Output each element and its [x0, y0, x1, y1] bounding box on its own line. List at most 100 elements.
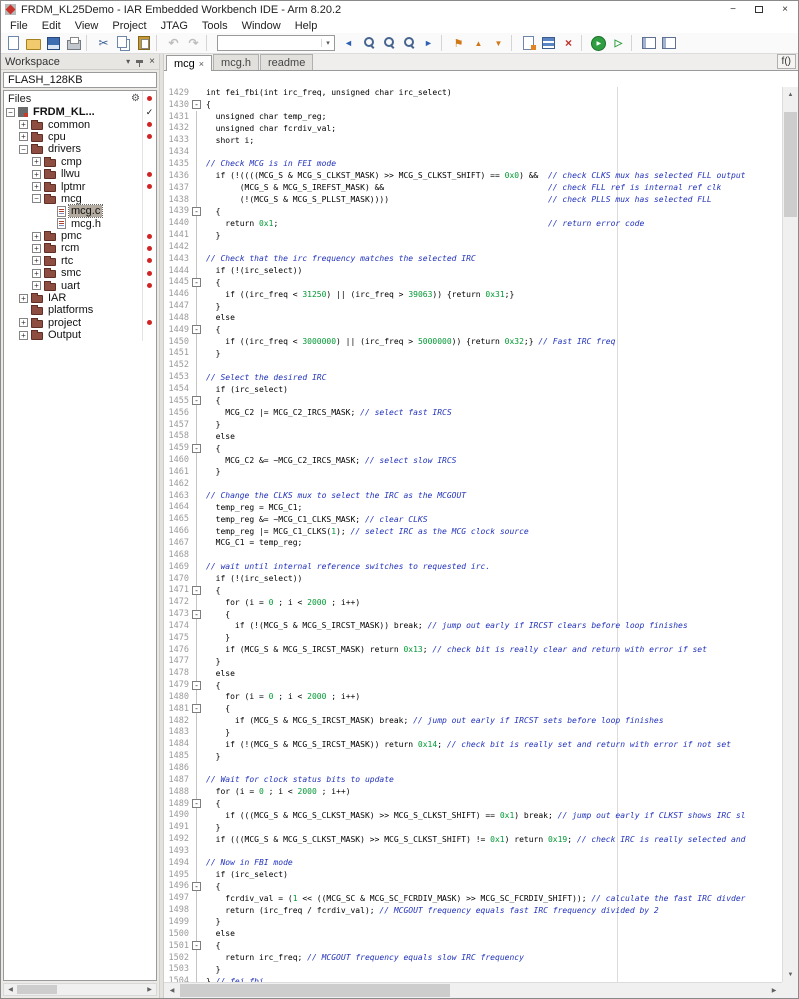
code-line[interactable]: 1485 } [164, 750, 782, 762]
code-line[interactable]: 1476 if (MCG_S & MCG_S_IRCST_MASK) retur… [164, 643, 782, 656]
editor-vscrollbar[interactable]: ▲ ▼ [782, 87, 798, 982]
expand-icon[interactable]: + [32, 243, 41, 253]
tree-item-cpu[interactable]: + cpu [4, 130, 156, 144]
code-line[interactable]: 1439- { [164, 205, 782, 218]
code-line[interactable]: 1468 [164, 548, 782, 561]
gear-icon[interactable]: ⚙ [131, 93, 140, 104]
expand-icon[interactable]: + [32, 268, 41, 278]
code-line[interactable]: 1430-{ [164, 99, 782, 111]
tab-readme[interactable]: readme [260, 54, 314, 70]
code-line[interactable]: 1429 int fei_fbi(int irc_freq, unsigned c… [164, 87, 782, 99]
code-line[interactable]: 1477 } [164, 655, 782, 668]
fold-collapse-icon[interactable]: - [192, 585, 201, 595]
undo-button[interactable]: ↶ [164, 34, 183, 52]
tree-item-llwu[interactable]: + llwu [4, 167, 156, 181]
code-line[interactable]: 1495 if (irc_select) [164, 868, 782, 881]
code-line[interactable]: 1470 if (!(irc_select)) [164, 572, 782, 585]
code-line[interactable]: 1464 temp_reg = MCG_C1; [164, 501, 782, 514]
collapse-icon[interactable]: − [6, 107, 15, 117]
code-line[interactable]: 1445- { [164, 276, 782, 289]
fold-gutter[interactable]: - [192, 797, 204, 810]
code-line[interactable]: 1432 unsigned char fcrdiv_val; [164, 122, 782, 135]
code-line[interactable]: 1491 } [164, 821, 782, 834]
expand-icon[interactable]: + [32, 169, 41, 179]
fold-collapse-icon[interactable]: - [192, 325, 201, 335]
code-line[interactable]: 1497 fcrdiv_val = (1 << ((MCG_SC & MCG_S… [164, 892, 782, 905]
expand-icon[interactable]: + [19, 132, 28, 142]
registers-window-button[interactable] [639, 34, 658, 52]
code-line[interactable]: 1447 } [164, 300, 782, 312]
debug-without-downloading-button[interactable]: ▷ [609, 34, 628, 52]
expand-icon[interactable]: + [32, 256, 41, 266]
code-line[interactable]: 1433 short i; [164, 134, 782, 147]
code-line[interactable]: 1438 (!(MCG_S & MCG_S_PLLST_MASK)))) // … [164, 193, 782, 206]
code-line[interactable]: 1475 } [164, 631, 782, 644]
tree-item-output[interactable]: + Output [4, 329, 156, 342]
tree-item-smc[interactable]: + smc [4, 267, 156, 280]
close-button[interactable]: × [772, 1, 798, 18]
expand-icon[interactable]: + [19, 318, 28, 328]
new-file-button[interactable] [4, 34, 23, 52]
fold-gutter[interactable]: - [192, 939, 204, 952]
scrollbar-thumb[interactable] [17, 985, 57, 994]
code-line[interactable]: 1480 for (i = 0 ; i < 2000 ; i++) [164, 691, 782, 703]
search-dropdown-icon[interactable]: ▾ [321, 39, 334, 47]
code-line[interactable]: 1483 } [164, 726, 782, 739]
pin-icon[interactable] [136, 60, 144, 67]
collapse-icon[interactable]: − [19, 144, 28, 154]
code-line[interactable]: 1498 return (irc_freq / fcrdiv_val); // … [164, 904, 782, 916]
tree-item-rtc[interactable]: + rtc [4, 254, 156, 268]
tree-item-pmc[interactable]: + pmc [4, 229, 156, 243]
code-line[interactable]: 1486 [164, 762, 782, 774]
code-line[interactable]: 1459- { [164, 442, 782, 455]
code-line[interactable]: 1453 // Select the desired IRC [164, 371, 782, 383]
next-bookmark-button[interactable]: ▼ [489, 34, 508, 52]
tree-item-uart[interactable]: + uart [4, 279, 156, 292]
code-line[interactable]: 1440 return 0x1; // return error code [164, 217, 782, 229]
fold-gutter[interactable]: - [192, 679, 204, 691]
maximize-button[interactable] [746, 1, 772, 18]
menu-file[interactable]: File [3, 20, 35, 32]
tree-item-iar[interactable]: + IAR [4, 291, 156, 305]
scroll-left-icon[interactable]: ◀ [4, 984, 17, 995]
toggle-bookmark-button[interactable]: ⚑ [449, 34, 468, 52]
code-line[interactable]: 1504} // fei_fbi [164, 975, 782, 982]
find-previous-button[interactable] [359, 34, 378, 52]
fold-gutter[interactable]: - [192, 702, 204, 715]
menu-project[interactable]: Project [105, 20, 153, 32]
fold-collapse-icon[interactable]: - [192, 680, 201, 690]
code-line[interactable]: 1462 [164, 477, 782, 490]
code-line[interactable]: 1431 unsigned char temp_reg; [164, 110, 782, 123]
expand-icon[interactable]: + [19, 120, 28, 130]
code-line[interactable]: 1455- { [164, 394, 782, 407]
fold-gutter[interactable]: - [192, 880, 204, 893]
menu-edit[interactable]: Edit [35, 20, 68, 32]
editor-hscrollbar[interactable]: ◀ ▶ [164, 982, 782, 998]
find-next-button[interactable] [399, 34, 418, 52]
fold-gutter[interactable]: - [192, 323, 204, 336]
download-and-debug-button[interactable] [589, 34, 608, 52]
fold-gutter[interactable]: - [192, 276, 204, 289]
fold-collapse-icon[interactable]: - [192, 206, 201, 216]
fold-collapse-icon[interactable]: - [192, 704, 201, 714]
tree-item-frdm-kl-[interactable]: − FRDM_KL... ✓ [4, 106, 156, 119]
find-button[interactable] [379, 34, 398, 52]
code-line[interactable]: 1492 if (((MCG_S & MCG_S_CLKST_MASK) >> … [164, 833, 782, 845]
code-line[interactable]: 1448 else [164, 312, 782, 324]
code-line[interactable]: 1469 // wait until internal reference swi… [164, 560, 782, 573]
make-button[interactable] [539, 34, 558, 52]
workspace-hscrollbar[interactable]: ◀ ▶ [3, 983, 157, 996]
tree-item-mcg-h[interactable]: mcg.h [4, 217, 156, 230]
code-line[interactable]: 1474 if (!(MCG_S & MCG_S_IRCST_MASK)) br… [164, 619, 782, 632]
tree-item-mcg-c[interactable]: mcg.c [4, 204, 156, 219]
compile-button[interactable] [519, 34, 538, 52]
scroll-right-icon[interactable]: ▶ [143, 984, 156, 995]
code-line[interactable]: 1437 (MCG_S & MCG_S_IREFST_MASK) && // c… [164, 181, 782, 194]
minimize-button[interactable]: − [720, 1, 746, 18]
panel-menu-icon[interactable]: ▾ [126, 57, 130, 66]
code-line[interactable]: 1482 if (MCG_S & MCG_S_IRCST_MASK) break… [164, 714, 782, 727]
code-line[interactable]: 1481- { [164, 702, 782, 715]
code-line[interactable]: 1467 MCG_C1 = temp_reg; [164, 537, 782, 549]
code-line[interactable]: 1463 // Change the CLKS mux to select the… [164, 489, 782, 502]
code-line[interactable]: 1494 // Now in FBI mode [164, 856, 782, 869]
